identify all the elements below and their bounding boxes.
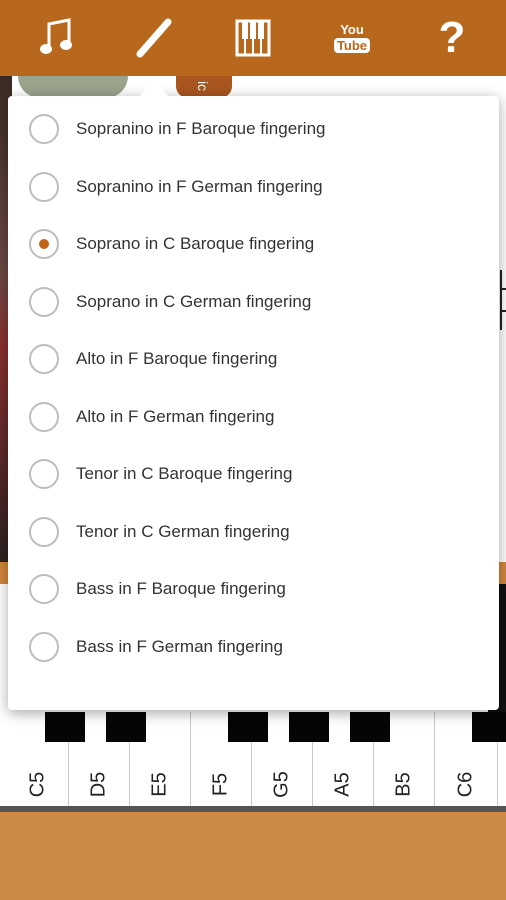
black-key[interactable] (350, 712, 390, 742)
option-label: Sopranino in F Baroque fingering (76, 118, 326, 138)
black-key[interactable] (228, 712, 268, 742)
key-label: D5 (87, 771, 110, 798)
radio-button[interactable] (29, 171, 59, 202)
background-tag: ic (176, 76, 232, 98)
option-alto-f-german[interactable]: Alto in F German fingering (8, 388, 499, 445)
radio-button-selected[interactable] (29, 228, 59, 259)
youtube-tube-text: Tube (333, 37, 371, 53)
background-instrument-image (18, 76, 128, 98)
key-label: A5 (331, 772, 354, 797)
key-label: C5 (26, 771, 49, 798)
option-label: Bass in F German fingering (76, 636, 283, 656)
top-toolbar: You Tube ? (0, 0, 506, 76)
key-label: C6 (454, 771, 477, 798)
piano-keyboard: C5 D5 E5 F5 G5 A5 B5 C6 (0, 712, 506, 810)
option-alto-f-baroque[interactable]: Alto in F Baroque fingering (8, 330, 499, 387)
piano-keys-icon[interactable] (225, 10, 281, 66)
option-bass-f-german[interactable]: Bass in F German fingering (8, 618, 499, 675)
key-label: G5 (270, 771, 293, 798)
option-sopranino-f-baroque[interactable]: Sopranino in F Baroque fingering (8, 100, 499, 157)
option-tenor-c-german[interactable]: Tenor in C German fingering (8, 503, 499, 560)
help-glyph: ? (438, 13, 466, 62)
youtube-you-text: You (340, 21, 364, 37)
option-label: Bass in F Baroque fingering (76, 578, 286, 598)
radio-button[interactable] (29, 516, 59, 547)
option-label: Soprano in C Baroque fingering (76, 233, 315, 253)
option-soprano-c-baroque[interactable]: Soprano in C Baroque fingering (8, 215, 499, 272)
key-label: F5 (209, 772, 232, 797)
radio-button[interactable] (29, 286, 59, 317)
background-fingering-chart (500, 270, 506, 330)
option-soprano-c-german[interactable]: Soprano in C German fingering (8, 273, 499, 330)
black-key[interactable] (472, 712, 506, 742)
radio-button[interactable] (29, 573, 59, 604)
option-bass-f-baroque[interactable]: Bass in F Baroque fingering (8, 560, 499, 617)
radio-button[interactable] (29, 631, 59, 662)
black-key[interactable] (106, 712, 146, 742)
key-label: B5 (392, 772, 415, 797)
music-note-icon[interactable] (28, 10, 84, 66)
popup-pointer (140, 78, 168, 96)
option-label: Soprano in C German fingering (76, 291, 312, 311)
radio-button[interactable] (29, 113, 59, 144)
radio-button[interactable] (29, 401, 59, 432)
black-key[interactable] (289, 712, 329, 742)
youtube-icon[interactable]: You Tube (324, 10, 380, 66)
black-key[interactable] (45, 712, 85, 742)
instrument-selection-popup: Sopranino in F Baroque fingering Soprani… (8, 96, 499, 710)
option-label: Sopranino in F German fingering (76, 176, 323, 196)
option-label: Tenor in C German fingering (76, 521, 290, 541)
radio-button[interactable] (29, 458, 59, 489)
recorder-flute-icon[interactable] (126, 10, 182, 66)
footer-bar (0, 812, 506, 900)
option-label: Alto in F German fingering (76, 406, 275, 426)
help-icon[interactable]: ? (424, 10, 480, 66)
option-label: Alto in F Baroque fingering (76, 348, 278, 368)
key-label: E5 (148, 772, 171, 797)
option-tenor-c-baroque[interactable]: Tenor in C Baroque fingering (8, 445, 499, 502)
radio-button[interactable] (29, 343, 59, 374)
background-tag-text: ic (195, 80, 212, 92)
option-sopranino-f-german[interactable]: Sopranino in F German fingering (8, 158, 499, 215)
option-label: Tenor in C Baroque fingering (76, 463, 293, 483)
